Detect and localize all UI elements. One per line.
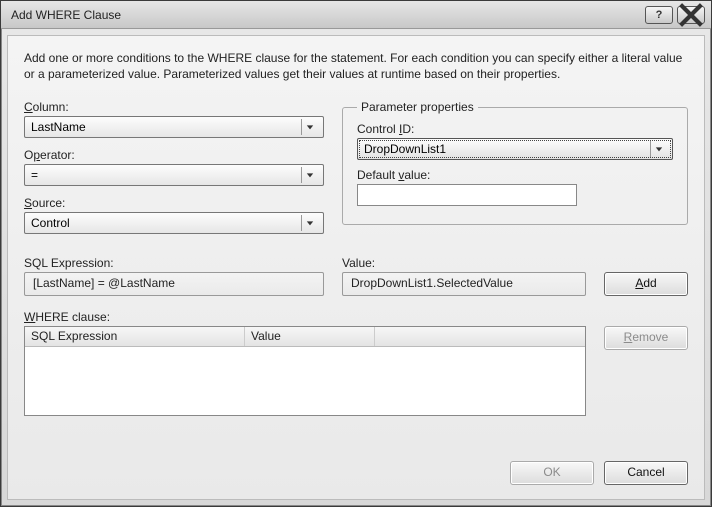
right-column: Parameter properties Control ID: DropDow… [342, 100, 688, 244]
default-value-input[interactable] [357, 184, 577, 206]
dialog-footer: OK Cancel [24, 449, 688, 485]
column-label: Column: [24, 100, 324, 114]
col-spacer [375, 327, 585, 346]
titlebar: Add WHERE Clause ? [1, 1, 711, 29]
value-label: Value: [342, 256, 586, 270]
defaultvalue-label: Default value: [357, 168, 673, 182]
table-body [25, 347, 585, 415]
source-label: Source: [24, 196, 324, 210]
window-controls: ? [645, 6, 705, 24]
source-select[interactable]: Control [24, 212, 324, 234]
chevron-down-icon [650, 141, 666, 157]
source-value: Control [31, 216, 70, 230]
cancel-button[interactable]: Cancel [604, 461, 688, 485]
col-value[interactable]: Value [245, 327, 375, 346]
value-box: DropDownList1.SelectedValue [342, 272, 586, 296]
chevron-down-icon [301, 167, 317, 183]
window-title: Add WHERE Clause [11, 8, 645, 22]
expression-row: SQL Expression: [LastName] = @LastName V… [24, 256, 688, 296]
intro-text: Add one or more conditions to the WHERE … [24, 50, 688, 82]
upper-section: Column: LastName Operator: = Source: Con… [24, 100, 688, 244]
controlid-label: Control ID: [357, 122, 673, 136]
left-column: Column: LastName Operator: = Source: Con… [24, 100, 324, 244]
side-buttons: Remove [604, 326, 688, 416]
dialog-window: Add WHERE Clause ? Add one or more condi… [0, 0, 712, 507]
ok-button: OK [510, 461, 594, 485]
chevron-down-icon [301, 215, 317, 231]
where-clause-label: WHERE clause: [24, 310, 688, 324]
operator-label: Operator: [24, 148, 324, 162]
where-row: SQL Expression Value Remove [24, 326, 688, 416]
operator-select[interactable]: = [24, 164, 324, 186]
column-select[interactable]: LastName [24, 116, 324, 138]
table-header: SQL Expression Value [25, 327, 585, 347]
help-button[interactable]: ? [645, 6, 673, 24]
add-button[interactable]: Add [604, 272, 688, 296]
dialog-body: Add one or more conditions to the WHERE … [7, 35, 705, 500]
value-col: Value: DropDownList1.SelectedValue [342, 256, 586, 296]
sql-expression-label: SQL Expression: [24, 256, 324, 270]
operator-value: = [31, 168, 38, 182]
column-value: LastName [31, 120, 86, 134]
controlid-value: DropDownList1 [364, 142, 446, 156]
where-clause-table[interactable]: SQL Expression Value [24, 326, 586, 416]
col-sql-expression[interactable]: SQL Expression [25, 327, 245, 346]
close-button[interactable] [677, 6, 705, 24]
parameter-properties-group: Parameter properties Control ID: DropDow… [342, 100, 688, 225]
sql-expression-box: [LastName] = @LastName [24, 272, 324, 296]
controlid-select[interactable]: DropDownList1 [357, 138, 673, 160]
sql-expression-col: SQL Expression: [LastName] = @LastName [24, 256, 324, 296]
chevron-down-icon [301, 119, 317, 135]
parameter-properties-label: Parameter properties [357, 100, 478, 114]
remove-button: Remove [604, 326, 688, 350]
